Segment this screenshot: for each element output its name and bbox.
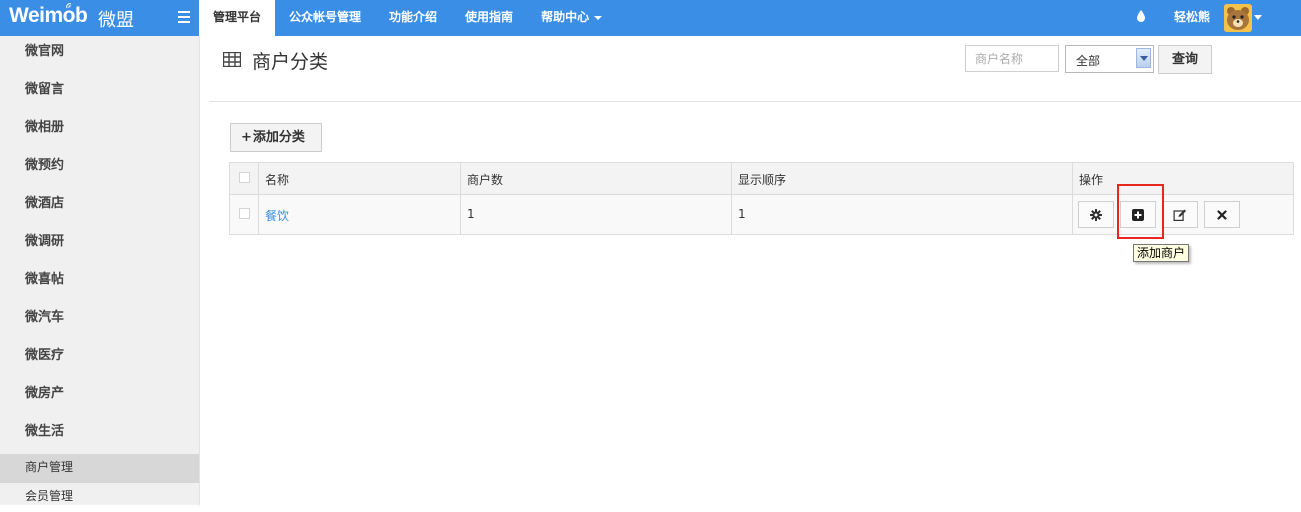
header-actions: 操作: [1079, 173, 1104, 187]
row-actions-cell: [1073, 195, 1293, 234]
sidebar-item-survey[interactable]: 微调研: [0, 226, 199, 264]
delete-button[interactable]: [1204, 201, 1240, 228]
category-select[interactable]: 全部: [1065, 45, 1154, 73]
sidebar-item-message[interactable]: 微留言: [0, 74, 199, 112]
nav-item-guide[interactable]: 使用指南: [451, 0, 527, 36]
sidebar-item-invitation[interactable]: 微喜帖: [0, 264, 199, 302]
select-all-checkbox[interactable]: [239, 172, 250, 183]
highlight-box: [1117, 184, 1164, 239]
avatar-chevron-down-icon[interactable]: [1254, 15, 1262, 20]
sidebar-item-booking[interactable]: 微预约: [0, 150, 199, 188]
display-order: 1: [738, 207, 746, 221]
row-count-cell: 1: [461, 195, 732, 234]
chevron-down-icon: [594, 15, 603, 20]
close-icon: [1217, 209, 1227, 220]
sidebar-item-hotel[interactable]: 微酒店: [0, 188, 199, 226]
nav-item-help-center[interactable]: 帮助中心: [527, 0, 616, 36]
sidebar-item-album[interactable]: 微相册: [0, 112, 199, 150]
chevron-down-icon: [1136, 48, 1151, 68]
settings-button[interactable]: [1078, 201, 1114, 228]
menu-icon[interactable]: [178, 11, 190, 23]
header-name-cell: 名称: [259, 163, 461, 194]
wifi-icon: [66, 3, 72, 9]
header-order: 显示顺序: [738, 173, 787, 187]
table-icon: [223, 52, 241, 67]
sidebar-subitem-merchant-management[interactable]: 商户管理: [0, 454, 199, 483]
header-divider: [209, 101, 1301, 102]
main-nav: 管理平台 公众帐号管理 功能介绍 使用指南 帮助中心: [199, 0, 616, 36]
query-button[interactable]: 查询: [1158, 45, 1212, 74]
sidebar-subitem-member-management[interactable]: 会员管理: [0, 483, 199, 512]
brand[interactable]: Weimob 微盟: [0, 0, 199, 36]
nav-item-account-management[interactable]: 公众帐号管理: [275, 0, 375, 36]
merchant-name-search-input[interactable]: [965, 45, 1059, 72]
logo: Weimob: [9, 4, 88, 27]
page-title: 商户分类: [252, 51, 329, 73]
header-actions-cell: 操作: [1073, 163, 1293, 194]
add-category-label: 添加分类: [252, 130, 305, 145]
sidebar-item-life[interactable]: 微生活: [0, 416, 199, 454]
header-order-cell: 显示顺序: [732, 163, 1073, 194]
plus-icon: +: [241, 130, 252, 145]
row-checkbox[interactable]: [239, 208, 250, 219]
logo-cn: 微盟: [98, 10, 134, 31]
bear-avatar-icon: [1224, 4, 1252, 32]
edit-icon: [1173, 209, 1186, 221]
row-name-cell: 餐饮: [259, 195, 461, 234]
sidebar-item-car[interactable]: 微汽车: [0, 302, 199, 340]
sidebar: 微官网 微留言 微相册 微预约 微酒店 微调研 微喜帖 微汽车 微医疗 微房产 …: [0, 36, 200, 505]
header-count-cell: 商户数: [461, 163, 732, 194]
header-count: 商户数: [467, 173, 504, 187]
header-name: 名称: [265, 173, 290, 187]
merchant-count: 1: [467, 207, 475, 221]
header-select-cell: [230, 163, 259, 194]
sidebar-item-realestate[interactable]: 微房产: [0, 378, 199, 416]
row-select-cell: [230, 195, 259, 234]
drop-icon[interactable]: [1136, 9, 1146, 23]
sidebar-item-website[interactable]: 微官网: [0, 36, 199, 74]
edit-button[interactable]: [1162, 201, 1198, 228]
row-order-cell: 1: [732, 195, 1073, 234]
sidebar-item-medical[interactable]: 微医疗: [0, 340, 199, 378]
category-select-value: 全部: [1076, 54, 1101, 68]
top-bar: Weimob 微盟 管理平台 公众帐号管理 功能介绍 使用指南 帮助中心 轻松熊: [0, 0, 1301, 36]
nav-item-management-platform[interactable]: 管理平台: [199, 0, 276, 36]
nav-item-features[interactable]: 功能介绍: [375, 0, 451, 36]
add-merchant-tooltip: 添加商户: [1133, 244, 1190, 262]
username[interactable]: 轻松熊: [1174, 0, 1210, 34]
gear-icon: [1090, 208, 1102, 221]
category-name-link[interactable]: 餐饮: [265, 207, 289, 224]
add-category-button[interactable]: +添加分类: [230, 123, 322, 152]
avatar[interactable]: [1224, 4, 1252, 32]
nav-item-help-label: 帮助中心: [541, 10, 590, 24]
